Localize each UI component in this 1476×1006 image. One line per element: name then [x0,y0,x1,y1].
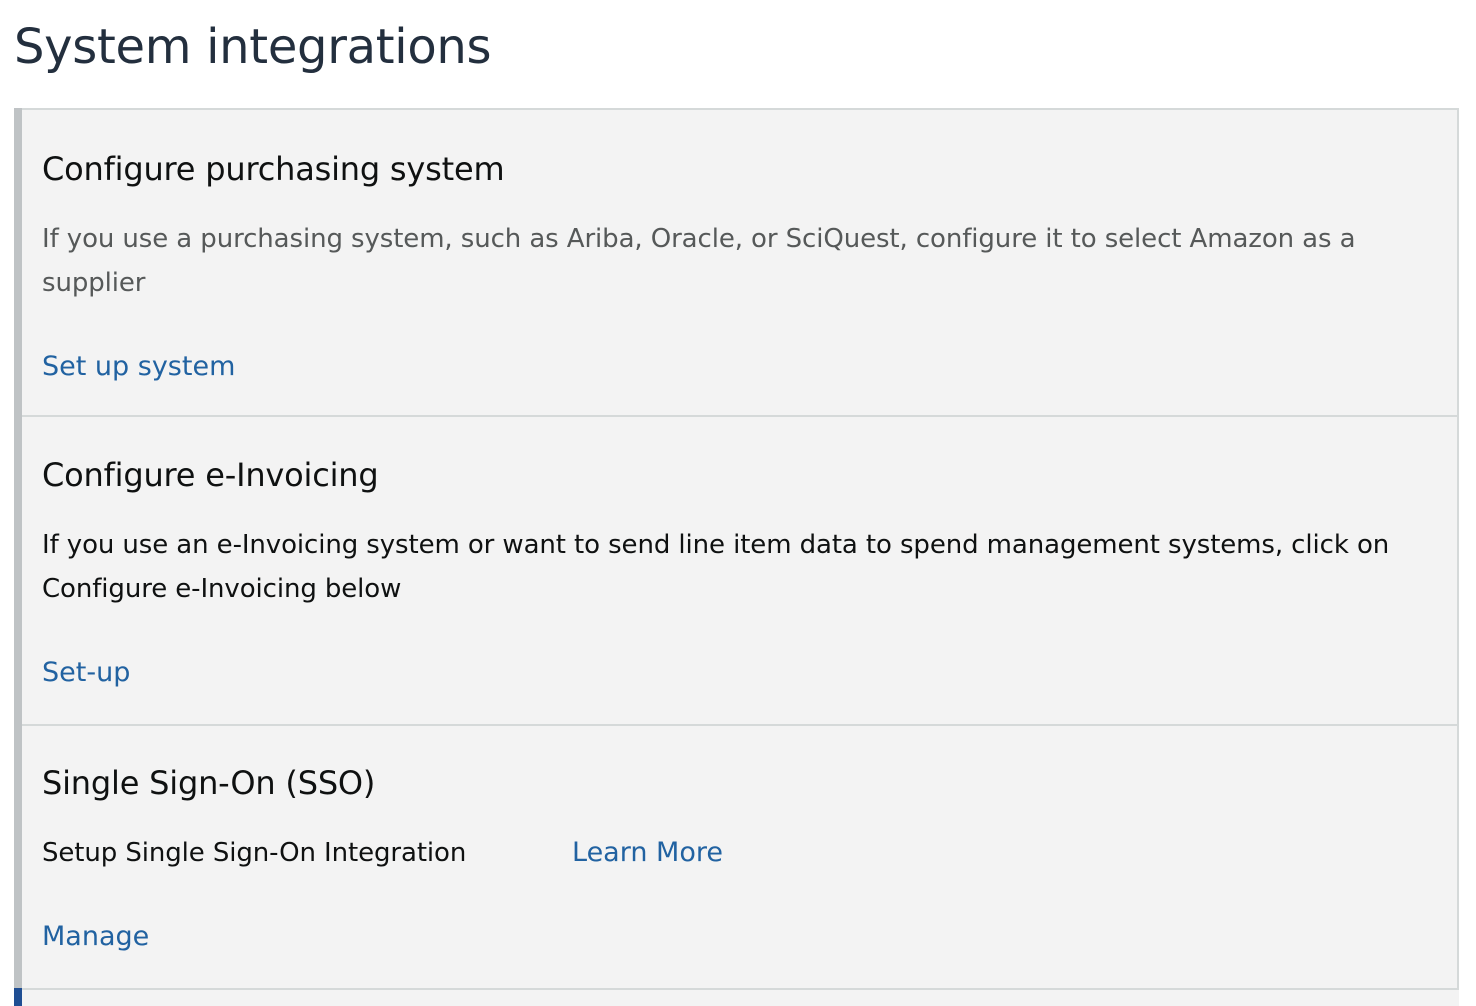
sso-description-row: Setup Single Sign-On Integration Learn M… [42,831,1422,875]
card-description: Setup Single Sign-On Integration [42,838,467,868]
card-title: Configure purchasing system [42,150,505,188]
card-next-partial [14,988,1459,1006]
card-title: Configure e-Invoicing [42,456,379,494]
card-single-sign-on: Single Sign-On (SSO) Setup Single Sign-O… [14,724,1459,990]
integrations-list: Configure purchasing system If you use a… [14,108,1459,1006]
set-up-link[interactable]: Set-up [42,651,130,695]
card-description: If you use a purchasing system, such as … [42,224,1356,298]
learn-more-link[interactable]: Learn More [572,831,723,875]
card-title: Single Sign-On (SSO) [42,764,376,802]
card-purchasing-system: Configure purchasing system If you use a… [14,108,1459,417]
card-description: If you use an e-Invoicing system or want… [42,530,1390,604]
set-up-system-link[interactable]: Set up system [42,345,235,389]
card-e-invoicing: Configure e-Invoicing If you use an e-In… [14,415,1459,725]
page-title: System integrations [14,19,492,75]
manage-link[interactable]: Manage [42,915,149,959]
